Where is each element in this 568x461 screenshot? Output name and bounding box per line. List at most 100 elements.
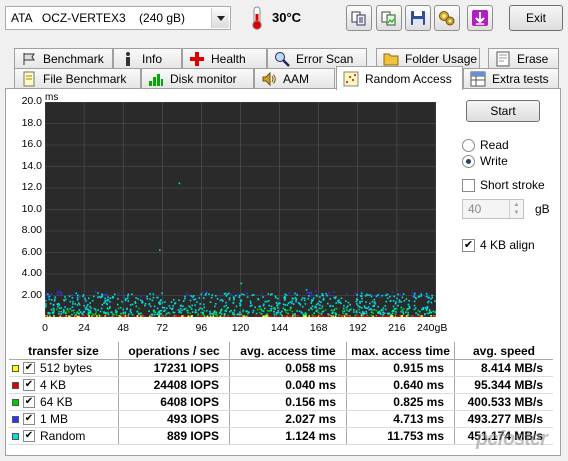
tab-random-access[interactable]: Random Access [336,66,463,90]
speaker-icon [262,71,276,87]
tab-benchmark[interactable]: Benchmark [14,48,113,69]
data-point [87,303,89,306]
read-radio[interactable] [462,139,475,152]
data-point [264,315,267,317]
data-point [91,300,94,302]
spin-arrows-icon[interactable]: ▲ ▼ [509,200,523,218]
data-point [192,295,195,297]
chevron-down-icon[interactable] [211,8,229,28]
data-point [160,313,162,315]
data-point [340,302,342,305]
short-stroke-checkbox[interactable] [462,179,475,192]
data-point [273,307,276,309]
options-button[interactable] [434,5,460,31]
series-checkbox[interactable]: ✔ [23,379,35,391]
data-point [221,299,223,301]
data-point [88,315,90,317]
tab-extra-tests[interactable]: Extra tests [463,68,559,89]
data-point [342,315,344,317]
y-tick-label: 6.00 [21,245,42,258]
write-radio[interactable] [462,155,475,168]
data-point [279,311,282,314]
data-point [369,294,371,296]
tab-file-benchmark[interactable]: File Benchmark [14,68,141,89]
table-row: ✔ Random 889 IOPS 1.124 ms 11.753 ms 451… [9,428,553,445]
data-point [184,295,186,298]
data-point [407,311,409,314]
align-checkbox[interactable]: ✔ [462,239,475,252]
tab-aam[interactable]: AAM [254,68,335,89]
data-point [71,310,73,312]
data-point [78,313,80,315]
data-point [373,298,376,301]
data-point [381,294,384,297]
short-stroke-spinbox[interactable]: 40 ▲ ▼ [462,199,524,219]
data-point [158,311,160,313]
series-checkbox[interactable]: ✔ [23,413,35,425]
data-point [228,297,231,299]
tab-label: Error Scan [296,52,354,66]
iops-cell: 17231 IOPS [119,360,230,376]
data-point [246,296,249,298]
data-point [153,305,156,308]
data-point [277,297,279,300]
series-checkbox[interactable]: ✔ [23,396,35,408]
data-point [418,295,421,297]
data-point [103,312,105,314]
data-point [388,312,391,315]
data-point [149,305,152,308]
data-point [255,315,257,317]
data-point [115,314,118,316]
start-button[interactable]: Start [466,100,540,122]
data-point [432,310,435,313]
tab-info[interactable]: Info [113,48,182,69]
data-point [94,290,97,293]
data-point [105,302,108,305]
column-header: avg. access time [230,342,347,359]
tab-erase[interactable]: Erase [488,48,559,69]
series-checkbox[interactable]: ✔ [23,362,35,374]
data-point [45,303,47,305]
data-point [389,315,392,317]
data-point [421,315,423,317]
x-tick-label: 48 [117,322,130,334]
save-button[interactable] [405,5,431,31]
data-point [406,309,408,312]
data-point [296,294,298,296]
data-point [379,296,381,299]
data-point [195,309,197,311]
data-point [77,294,79,297]
data-point [413,300,416,303]
data-point [64,312,67,314]
data-point [82,295,84,298]
series-checkbox[interactable]: ✔ [23,430,35,442]
data-point [164,309,166,312]
data-point [389,300,392,302]
data-point [304,303,307,305]
data-point [84,296,86,299]
data-point [79,311,82,313]
data-point [430,311,432,314]
tab-disk-monitor[interactable]: Disk monitor [141,68,254,89]
data-point [373,308,376,311]
data-point [280,313,282,316]
download-button[interactable] [467,5,493,31]
data-point [161,315,163,317]
copy-text-button[interactable] [346,5,372,31]
exit-button[interactable]: Exit [509,5,563,31]
data-point [282,303,285,306]
data-point [415,297,417,300]
copy-image-button[interactable] [376,5,402,31]
avg-access-cell: 0.058 ms [230,360,347,376]
data-point [413,295,415,297]
data-point [319,312,321,315]
iops-cell: 889 IOPS [119,428,230,444]
data-point [58,312,60,315]
data-point [284,304,287,306]
data-point [427,296,430,299]
data-point [57,305,59,308]
data-point [160,299,162,301]
drive-select[interactable]: ATA OCZ-VERTEX3 (240 gB) [5,6,231,30]
tab-health[interactable]: Health [182,48,267,69]
data-point [303,297,306,300]
